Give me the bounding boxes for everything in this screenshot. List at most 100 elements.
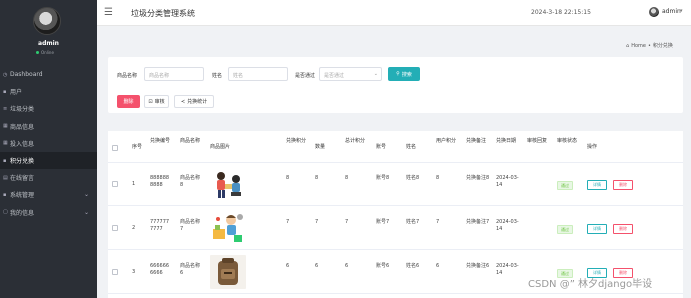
cell-quantity: 7 <box>315 219 319 225</box>
top-header: ☰ 垃圾分类管理系统 2024-3-18 22:15:15 admin ▾ <box>97 0 691 26</box>
name-label: 姓名 <box>212 73 223 79</box>
people-exchange-image[interactable] <box>210 167 246 201</box>
sidebar-item-label: 投入信息 <box>10 140 35 148</box>
avatar[interactable] <box>33 7 61 35</box>
cell-code: 8888888888 <box>150 175 170 188</box>
col-account[interactable]: 账号 <box>376 144 386 151</box>
sidebar-item-8[interactable]: ▢ 我的信息 ⌄ <box>0 204 97 221</box>
sidebar-item-label: 系统管理 <box>10 192 35 200</box>
sidebar-item-label: 我的信息 <box>10 209 35 217</box>
col-date[interactable]: 兑换日期 <box>496 138 518 145</box>
col-total[interactable]: 总计积分 <box>345 138 367 145</box>
select-all-checkbox[interactable] <box>112 145 118 151</box>
bulk-delete-button[interactable]: 删除 <box>117 95 140 108</box>
col-quantity[interactable]: 数量 <box>315 144 325 151</box>
cell-code: 7777777777 <box>150 219 170 232</box>
search-icon: ⚲ <box>396 71 400 77</box>
sidebar-item-1[interactable]: ▪ 用户 <box>0 83 97 100</box>
sidebar-item-label: 积分兑换 <box>10 158 35 166</box>
cell-product: 商品名称7 <box>180 219 201 232</box>
cell-quantity: 6 <box>315 263 319 269</box>
stats-button-label: 兑换统计 <box>187 99 208 105</box>
review-button[interactable]: ⊡ 审核 <box>144 95 169 108</box>
breadcrumb-separator: • <box>647 42 651 49</box>
product-name-placeholder: 商品名称 <box>149 73 170 79</box>
detail-button[interactable]: 详情 <box>587 224 607 234</box>
cell-user_points: 8 <box>436 175 440 181</box>
cell-date: 2024-03-14 <box>496 175 519 188</box>
delete-button[interactable]: 删除 <box>613 180 633 190</box>
detail-button[interactable]: 详情 <box>587 180 607 190</box>
sidebar-user-name: admin <box>38 40 59 47</box>
bulk-delete-label: 删除 <box>123 99 134 105</box>
grid-icon: ▦ <box>3 140 8 147</box>
approved-select[interactable]: 是否通过 ⌄ <box>319 67 382 81</box>
col-product[interactable]: 商品名称 <box>180 138 202 145</box>
cell-points: 7 <box>286 219 290 225</box>
col-user-points[interactable]: 用户积分 <box>436 138 458 145</box>
sidebar-item-6[interactable]: ▤ 在线留言 <box>0 169 97 186</box>
col-points[interactable]: 兑换积分 <box>286 138 308 145</box>
sidebar: admin Online ◷ Dashboard ▪ 用户 ≡ 垃圾分类 ▦ 商品信息 ▦ 投入信… <box>0 0 97 298</box>
status-badge: 通过 <box>557 181 573 190</box>
header-avatar[interactable] <box>649 7 659 17</box>
sidebar-item-3[interactable]: ▦ 商品信息 <box>0 118 97 135</box>
cell-index: 3 <box>132 269 136 275</box>
message-icon: ▤ <box>3 174 8 181</box>
delete-button[interactable]: 删除 <box>613 224 633 234</box>
sidebar-item-7[interactable]: ▪ 系统管理 ⌄ <box>0 186 97 203</box>
online-status-label: Online <box>41 50 54 55</box>
cell-product: 商品名称8 <box>180 175 201 188</box>
chevron-down-icon: ⌄ <box>83 208 89 216</box>
cell-user_points: 7 <box>436 219 440 225</box>
search-button-label: 搜索 <box>401 71 412 78</box>
cell-name: 姓名8 <box>406 175 420 181</box>
row-checkbox[interactable] <box>112 225 118 231</box>
breadcrumb-home[interactable]: Home <box>631 43 646 49</box>
cell-account: 账号6 <box>376 263 390 269</box>
hamburger-icon[interactable]: ☰ <box>104 7 113 18</box>
cell-date: 2024-03-14 <box>496 263 519 276</box>
sidebar-item-4[interactable]: ▦ 投入信息 <box>0 135 97 152</box>
col-ops: 操作 <box>587 144 598 150</box>
recycling-character-image[interactable] <box>210 211 246 245</box>
col-code[interactable]: 兑换编号 <box>150 138 172 145</box>
search-button[interactable]: ⚲ 搜索 <box>388 67 420 81</box>
cell-index: 2 <box>132 225 136 231</box>
table-row[interactable]: 2 7777777777 商品名称7 7 7 7 账号7 姓名7 7 兑换备注7 2024-03-1… <box>108 207 683 250</box>
table-row[interactable]: 1 8888888888 商品名称8 8 8 8 账号8 姓名8 8 兑换备注8 2024-03-1… <box>108 163 683 206</box>
review-button-label: 审核 <box>154 99 165 105</box>
lock-icon: ⊡ <box>148 98 153 105</box>
sidebar-item-0[interactable]: ◷ Dashboard <box>0 66 97 83</box>
watermark: CSDN @” 林夕django毕设 <box>528 279 653 290</box>
chevron-down-icon[interactable]: ▾ <box>680 8 683 14</box>
row-checkbox[interactable] <box>112 181 118 187</box>
header-user-name[interactable]: admin <box>662 8 681 15</box>
col-review-status[interactable]: 审核状态 <box>557 138 579 145</box>
approved-placeholder: 是否通过 <box>324 73 345 79</box>
cell-total: 6 <box>345 263 349 269</box>
name-input[interactable]: 姓名 <box>228 67 288 81</box>
table-header: 序号 兑换编号 商品名称 商品图片 兑换积分 数量 总计积分 账号 姓名 用户积… <box>108 131 683 163</box>
online-dot-icon <box>36 51 39 54</box>
user-panel: admin Online <box>0 0 97 60</box>
row-checkbox[interactable] <box>112 269 118 275</box>
home-icon[interactable]: ⌂ <box>626 43 629 49</box>
chevron-down-icon: ⌄ <box>83 191 89 199</box>
col-review-reply[interactable]: 审核回复 <box>527 138 549 145</box>
search-panel: 商品名称 商品名称 姓名 姓名 是否通过 是否通过 ⌄ ⚲ 搜索 删除 ⊡ 审核… <box>108 57 683 113</box>
sidebar-item-5[interactable]: ▪ 积分兑换 <box>0 151 97 170</box>
stats-button[interactable]: ≺ 兑换统计 <box>174 95 214 108</box>
cell-account: 账号7 <box>376 219 390 225</box>
cell-code: 6666666666 <box>150 263 170 276</box>
product-name-input[interactable]: 商品名称 <box>144 67 204 81</box>
name-placeholder: 姓名 <box>233 73 244 79</box>
backpack-image[interactable] <box>210 255 246 289</box>
sidebar-item-label: 用户 <box>10 89 23 97</box>
cell-points: 6 <box>286 263 290 269</box>
col-name[interactable]: 姓名 <box>406 144 416 151</box>
cell-remark: 兑换备注7 <box>466 219 490 225</box>
sidebar-item-2[interactable]: ≡ 垃圾分类 <box>0 100 97 117</box>
col-remark[interactable]: 兑换备注 <box>466 138 488 145</box>
cell-total: 7 <box>345 219 349 225</box>
